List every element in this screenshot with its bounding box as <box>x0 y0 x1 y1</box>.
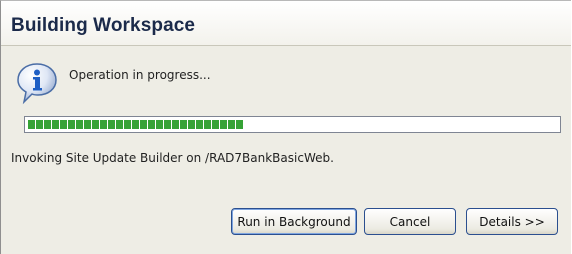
details-button[interactable]: Details >> <box>466 208 558 235</box>
status-text: Invoking Site Update Builder on /RAD7Ban… <box>11 151 334 165</box>
operation-message: Operation in progress... <box>69 68 211 82</box>
info-icon <box>17 63 57 105</box>
run-in-background-button[interactable]: Run in Background <box>231 208 357 235</box>
cancel-button[interactable]: Cancel <box>364 208 456 235</box>
dialog-title: Building Workspace <box>11 15 196 36</box>
progress-bar <box>24 116 561 133</box>
progress-bar-fill <box>28 120 244 129</box>
dialog-titlebar: Building Workspace <box>1 1 571 46</box>
progress-dialog: Building Workspace Operation in progress… <box>0 0 571 254</box>
